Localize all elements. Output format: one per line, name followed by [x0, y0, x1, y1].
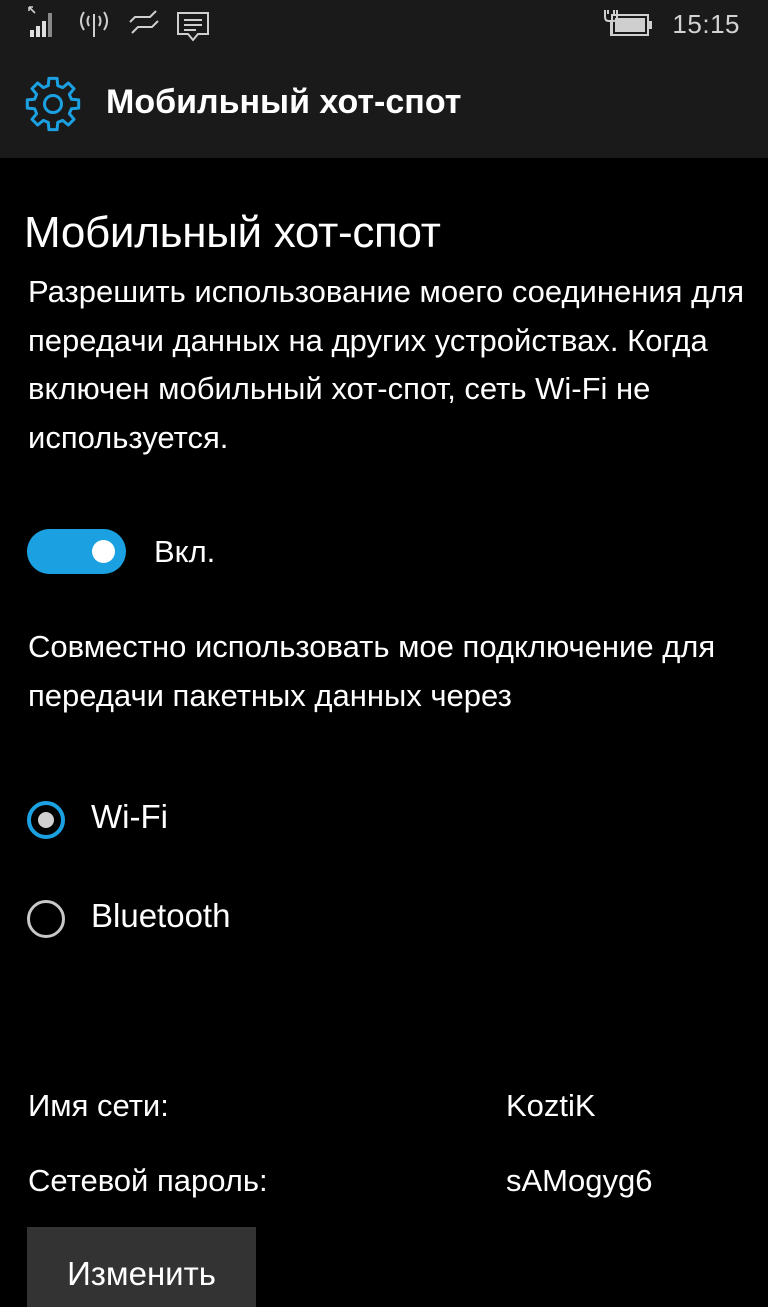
- radio-button-checked[interactable]: [27, 801, 65, 839]
- page-title: Мобильный хот-спот: [24, 208, 441, 257]
- network-password-value: sAMogyg6: [506, 1163, 653, 1198]
- status-bar: 15:15: [0, 0, 768, 50]
- hotspot-broadcast-icon: [80, 11, 108, 37]
- radio-button-unchecked[interactable]: [27, 900, 65, 938]
- hotspot-toggle[interactable]: [27, 529, 126, 574]
- clock: 15:15: [672, 9, 740, 39]
- network-password-label: Сетевой пароль:: [28, 1163, 268, 1198]
- notification-center-icon[interactable]: [176, 0, 212, 50]
- network-name-value: KoztiK: [506, 1088, 596, 1123]
- radio-dot: [38, 812, 54, 828]
- data-connection-icon: [129, 10, 159, 34]
- battery-charging-icon: [604, 10, 652, 36]
- app-header: Мобильный хот-спот: [0, 50, 768, 158]
- network-name-label: Имя сети:: [28, 1088, 169, 1123]
- edit-button[interactable]: Изменить: [27, 1227, 256, 1307]
- radio-label-bluetooth: Bluetooth: [91, 897, 231, 934]
- signal-strength-icon: [28, 6, 52, 37]
- gear-icon: [25, 76, 81, 132]
- toggle-knob: [92, 540, 115, 563]
- toggle-state-label: Вкл.: [154, 534, 216, 569]
- share-via-label: Совместно использовать мое подключение д…: [28, 629, 716, 713]
- hotspot-description: Разрешить использование моего соединения…: [28, 274, 745, 455]
- radio-label-wifi: Wi-Fi: [91, 798, 168, 835]
- header-title: Мобильный хот-спот: [106, 83, 462, 121]
